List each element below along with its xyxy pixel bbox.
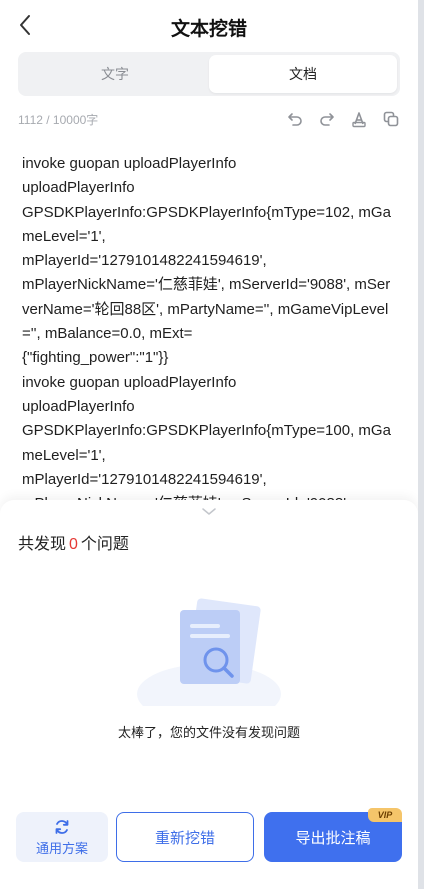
mode-tabs: 文字 文档 <box>18 52 400 96</box>
no-issue-message: 太棒了，您的文件没有发现问题 <box>117 725 300 740</box>
copy-button[interactable] <box>380 108 402 130</box>
document-text[interactable]: invoke guopan uploadPlayerInfo uploadPla… <box>22 152 394 502</box>
undo-icon <box>288 113 302 126</box>
chevron-down-icon[interactable] <box>199 506 219 518</box>
refresh-icon <box>55 819 69 834</box>
export-annotated-button[interactable]: 导出批注稿 VIP <box>264 808 402 862</box>
issue-summary: 共发现 0 个问题 <box>18 530 129 554</box>
undo-button[interactable] <box>284 108 306 130</box>
issue-count: 0 <box>69 536 78 553</box>
no-issue-illustration <box>137 598 281 706</box>
vip-badge: VIP <box>368 808 402 822</box>
issue-summary-prefix: 共发现 <box>18 536 67 553</box>
char-count: 1112 / 10000字 <box>18 113 99 127</box>
header: 文本挖错 <box>0 0 418 52</box>
copy-icon <box>383 111 399 127</box>
scrollbar[interactable] <box>418 0 424 889</box>
recheck-button[interactable]: 重新挖错 <box>116 812 254 862</box>
export-annotated-label: 导出批注稿 <box>295 829 371 847</box>
tab-text[interactable]: 文字 <box>21 55 209 93</box>
text-check-page: 文本挖错 文字 文档 1112 / 10000字 invoke guopan u… <box>0 0 418 889</box>
general-scheme-label: 通用方案 <box>35 840 88 856</box>
redo-button[interactable] <box>316 108 338 130</box>
tab-document[interactable]: 文档 <box>209 55 397 93</box>
clear-format-button[interactable] <box>348 108 370 130</box>
page-title: 文本挖错 <box>170 19 247 40</box>
general-scheme-button[interactable]: 通用方案 <box>16 812 108 862</box>
clear-format-icon <box>352 112 366 128</box>
editor-toolbar: 1112 / 10000字 <box>18 108 402 132</box>
result-panel: 共发现 0 个问题 太棒了，您的文件没有发现问题 通用方案 重新挖错 导出批注稿 V <box>0 500 418 889</box>
issue-summary-suffix: 个问题 <box>80 536 129 553</box>
redo-icon <box>320 113 334 126</box>
